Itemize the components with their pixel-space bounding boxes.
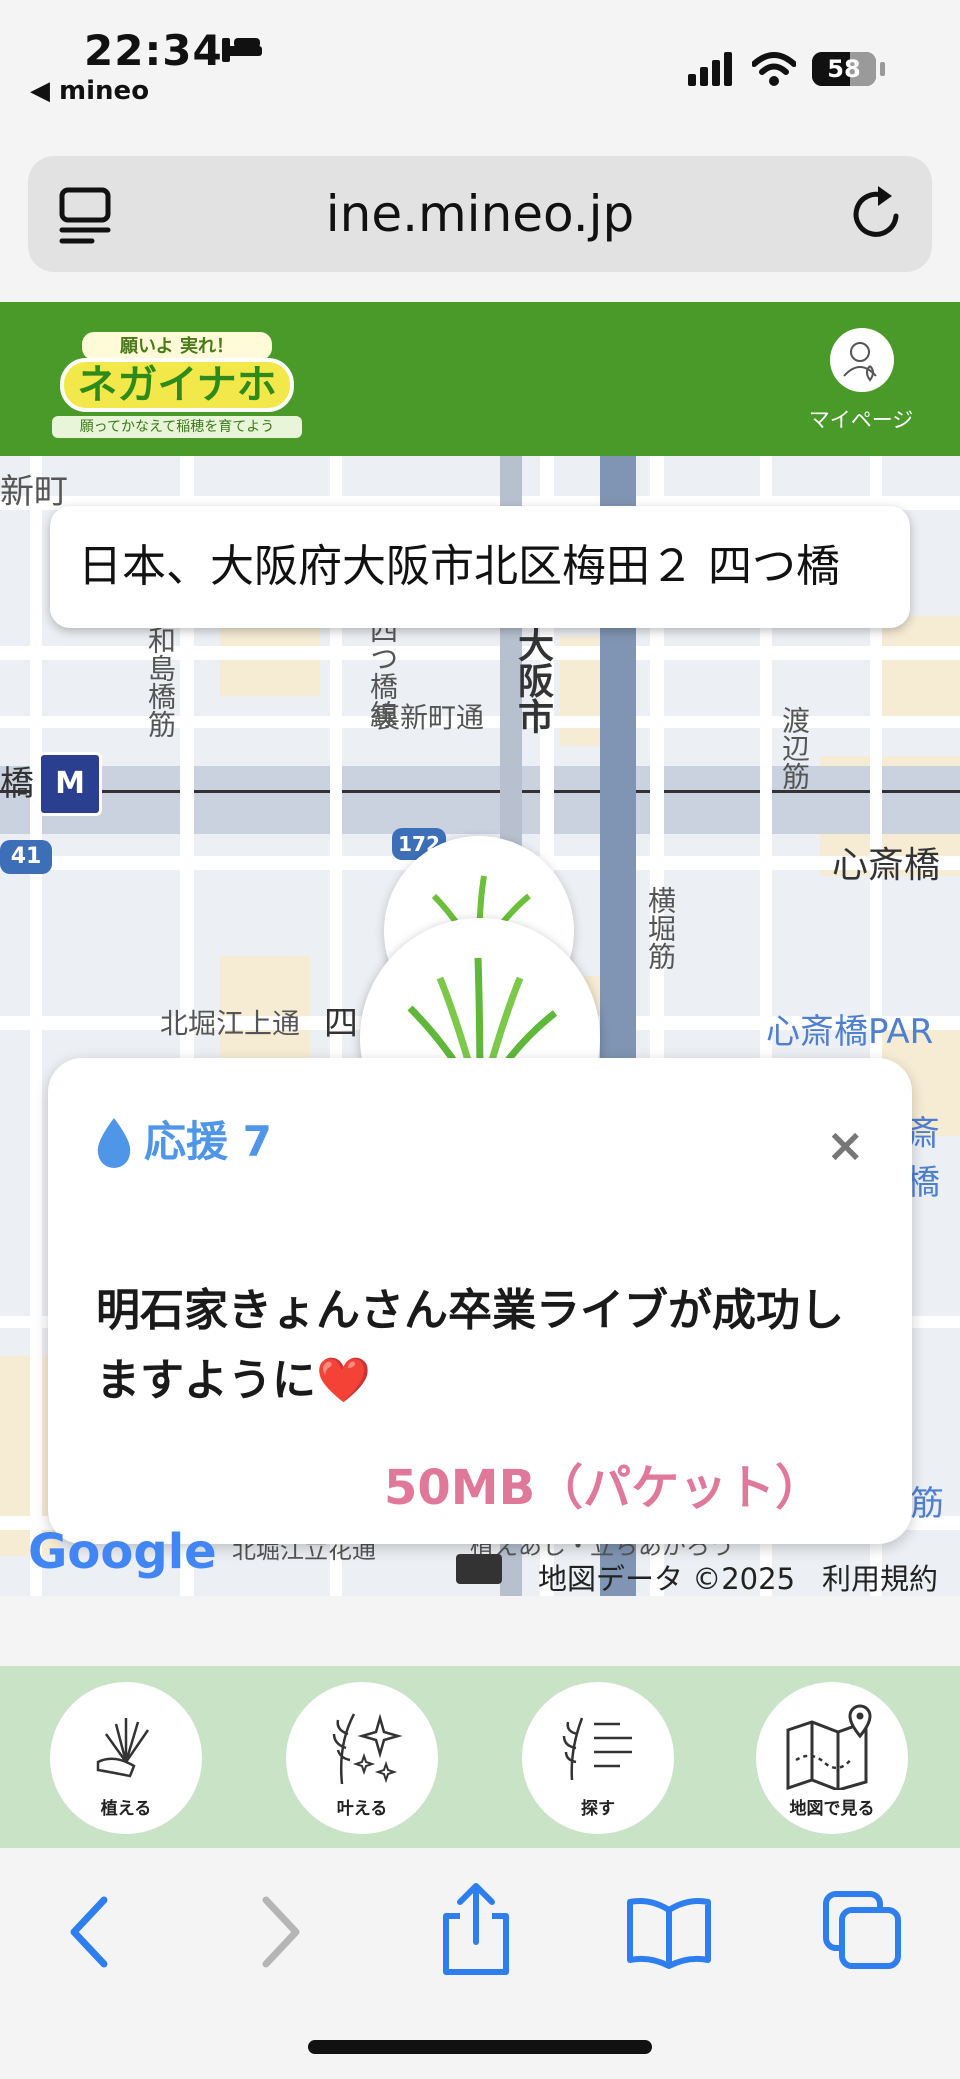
grant-icon (332, 1713, 403, 1785)
back-icon[interactable] (60, 1892, 120, 1972)
bookmarks-icon[interactable] (624, 1894, 714, 1970)
google-logo: Google (28, 1524, 217, 1580)
address-box[interactable]: 日本、大阪府大阪市北区梅田２ 四つ橋 (50, 506, 910, 628)
map-icon (786, 1704, 872, 1790)
logo-top-text: 願いよ 実れ！ (82, 332, 272, 360)
map-label: 心斎橋 (832, 845, 941, 886)
google-logo-text: Google (28, 1524, 217, 1580)
close-button[interactable]: × (826, 1118, 865, 1172)
wifi-icon (752, 52, 796, 86)
map-label: 北堀江上通 (160, 1007, 301, 1040)
metro-station-icon: M (38, 752, 102, 816)
user-icon (830, 328, 894, 392)
tab-label: 地図で見る (789, 1799, 875, 1819)
reward-text: 50MB（パケット） (384, 1460, 824, 1516)
battery-cap (880, 62, 885, 76)
map-label: 橋 (0, 764, 34, 804)
planting-icon (96, 1718, 150, 1778)
clock: 22:34 (84, 26, 223, 75)
map-label: 筋 (910, 1484, 944, 1524)
wish-popup: 応援 7 × 明石家きょんさん卒業ライブが成功しますように❤️ 50MB（パケッ… (48, 1058, 912, 1544)
logo-sub-text: 願ってかなえて稲穂を育てよう (52, 416, 302, 438)
signal-icon (688, 52, 732, 86)
mypage-button[interactable]: マイページ (806, 326, 916, 436)
reload-icon[interactable] (846, 184, 906, 244)
route-badge: 41 (0, 840, 52, 874)
search-list-icon (562, 1717, 632, 1781)
mypage-label: マイページ (808, 408, 914, 432)
tab-plant[interactable]: 植える (50, 1682, 202, 1834)
map-label: 大阪市 (512, 626, 553, 734)
address-bar[interactable]: ine.mineo.jp (28, 156, 932, 272)
battery-icon: 58 (812, 52, 876, 86)
tabs-icon[interactable] (820, 1888, 904, 1972)
home-indicator[interactable] (308, 2040, 652, 2054)
logo-main-text: ネガイナホ (77, 362, 277, 408)
tab-label: 植える (100, 1799, 152, 1819)
battery-level: 58 (827, 55, 861, 83)
terms-link[interactable]: 利用規約 (822, 1556, 938, 1598)
tab-label: 叶える (336, 1799, 388, 1819)
tab-map[interactable]: 地図で見る (756, 1682, 908, 1834)
map-label: 渡辺筋 (778, 706, 811, 790)
tab-search[interactable]: 探す (522, 1682, 674, 1834)
map-label: 和島橋筋 (144, 626, 177, 738)
map-label: 心斎橋PAR (766, 1012, 934, 1052)
map-label: 横堀筋 (644, 886, 677, 970)
map-label: 斎橋 (906, 1114, 940, 1203)
map-data-credit: 地図データ ©2025 (538, 1562, 796, 1596)
negainaho-logo[interactable]: 願いよ 実れ！ ネガイナホ 願ってかなえて稲穂を育てよう (52, 318, 302, 442)
share-icon[interactable] (436, 1882, 516, 1978)
map-label: 裏新町通 (372, 701, 485, 734)
app-tab-bar: 植える 叶える 探す 地図で見る (0, 1666, 960, 1848)
map-label: 新町 (0, 472, 68, 512)
tab-grant[interactable]: 叶える (286, 1682, 438, 1834)
support-count[interactable]: 応援 7 (144, 1108, 272, 1169)
back-to-app-link[interactable]: ◀ mineo (30, 76, 149, 106)
map-label: 四 (324, 1004, 358, 1044)
water-drop-icon (97, 1118, 131, 1168)
tab-label: 探す (581, 1799, 615, 1819)
forward-icon[interactable] (250, 1892, 310, 1972)
wish-text: 明石家きょんさん卒業ライブが成功しますように❤️ (96, 1285, 844, 1406)
address-text: 日本、大阪府大阪市北区梅田２ 四つ橋 (78, 541, 840, 592)
url-text[interactable]: ine.mineo.jp (28, 156, 932, 272)
sleep-bed-icon (222, 38, 262, 62)
keyboard-shortcuts-icon[interactable] (456, 1554, 502, 1584)
